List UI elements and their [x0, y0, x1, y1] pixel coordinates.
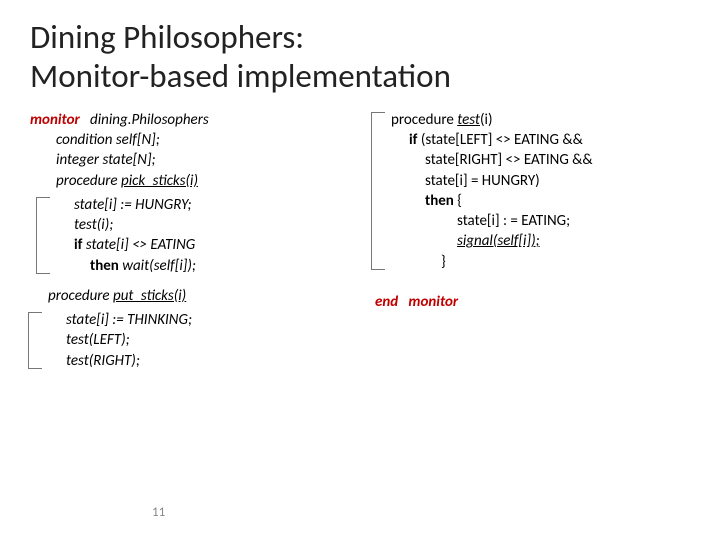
monitor-name: dining.Philosophers: [90, 111, 209, 129]
code-line: test(RIGHT);: [22, 351, 355, 371]
code-line: procedure test(i): [365, 110, 690, 130]
code-line: signal(self[i]);: [365, 231, 690, 251]
title-line-1: Dining Philosophers:: [30, 17, 304, 57]
code-line: test(LEFT);: [22, 330, 355, 350]
end-monitor: end monitor: [365, 292, 690, 312]
title-line-2: Monitor-based implementation: [30, 56, 451, 96]
code-line: state[i] := HUNGRY;: [30, 195, 355, 215]
code-line: integer state[N];: [30, 150, 355, 170]
code-line: }: [365, 252, 690, 272]
code-line: state[i] : = EATING;: [365, 211, 690, 231]
code-line: condition self[N];: [30, 130, 355, 150]
code-line: if (state[LEFT] <> EATING &&: [365, 130, 690, 150]
code-line: procedure pick_sticks(i): [30, 171, 355, 191]
page-number: 11: [152, 505, 165, 520]
code-line: if state[i] <> EATING: [30, 235, 355, 255]
pick-sticks-block: state[i] := HUNGRY; test(i); if state[i]…: [30, 195, 355, 276]
right-column: procedure test(i) if (state[LEFT] <> EAT…: [365, 110, 690, 371]
kw-monitor: monitor: [30, 111, 80, 129]
bracket-icon: [371, 112, 385, 270]
code-line: monitor dining.Philosophers: [30, 110, 355, 130]
left-column: monitor dining.Philosophers condition se…: [30, 110, 355, 371]
code-line: procedure put_sticks(i): [22, 286, 355, 306]
code-line: then wait(self[i]);: [30, 256, 355, 276]
code-line: test(i);: [30, 215, 355, 235]
bracket-icon: [28, 312, 42, 369]
code-line: then {: [365, 191, 690, 211]
test-block: procedure test(i) if (state[LEFT] <> EAT…: [365, 110, 690, 272]
code-line: state[i] := THINKING;: [22, 310, 355, 330]
code-line: state[RIGHT] <> EATING &&: [365, 150, 690, 170]
code-line: state[i] = HUNGRY): [365, 171, 690, 191]
slide-title: Dining Philosophers: Monitor-based imple…: [30, 18, 690, 96]
put-sticks-block: state[i] := THINKING; test(LEFT); test(R…: [30, 310, 355, 371]
bracket-icon: [36, 197, 50, 274]
content-columns: monitor dining.Philosophers condition se…: [30, 110, 690, 371]
